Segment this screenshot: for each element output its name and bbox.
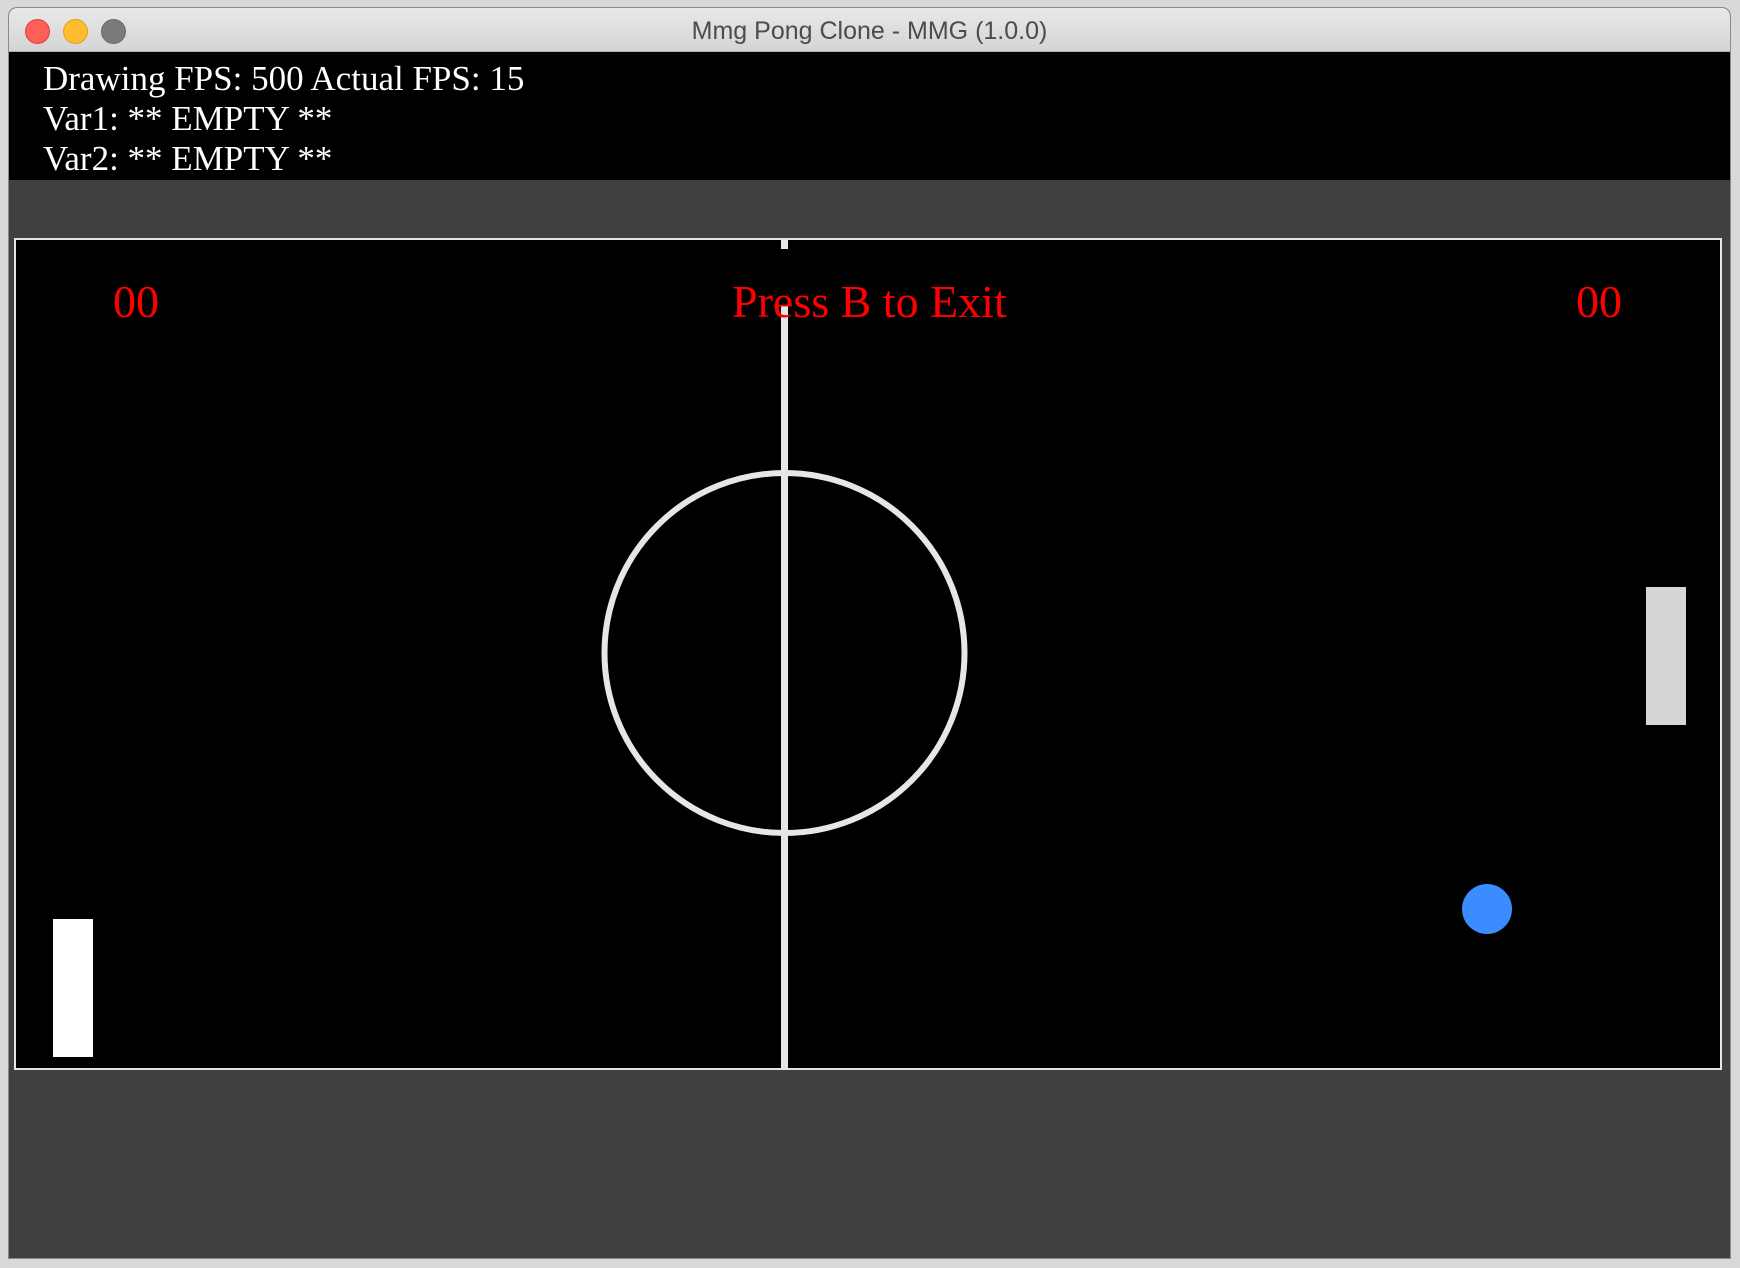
game-window: Mmg Pong Clone - MMG (1.0.0) Drawing FPS… [9,8,1730,1258]
left-paddle [53,919,93,1057]
var1-readout: Var1: ** EMPTY ** [43,99,333,138]
top-letterbox [9,180,1730,238]
ball [1462,884,1512,934]
debug-panel: Drawing FPS: 500 Actual FPS: 15 Var1: **… [9,52,1730,180]
right-paddle [1646,587,1686,725]
bottom-letterbox [9,1070,1730,1258]
center-line-top-tick [781,240,788,249]
var2-readout: Var2: ** EMPTY ** [43,139,333,178]
pong-field[interactable]: 00 00 Press B to Exit [14,238,1722,1070]
window-title: Mmg Pong Clone - MMG (1.0.0) [691,17,1048,45]
fps-readout: Drawing FPS: 500 Actual FPS: 15 [43,59,525,98]
exit-hint: Press B to Exit [732,276,1007,327]
title-bar[interactable]: Mmg Pong Clone - MMG (1.0.0) [9,8,1730,52]
field-markings [53,240,1686,1068]
